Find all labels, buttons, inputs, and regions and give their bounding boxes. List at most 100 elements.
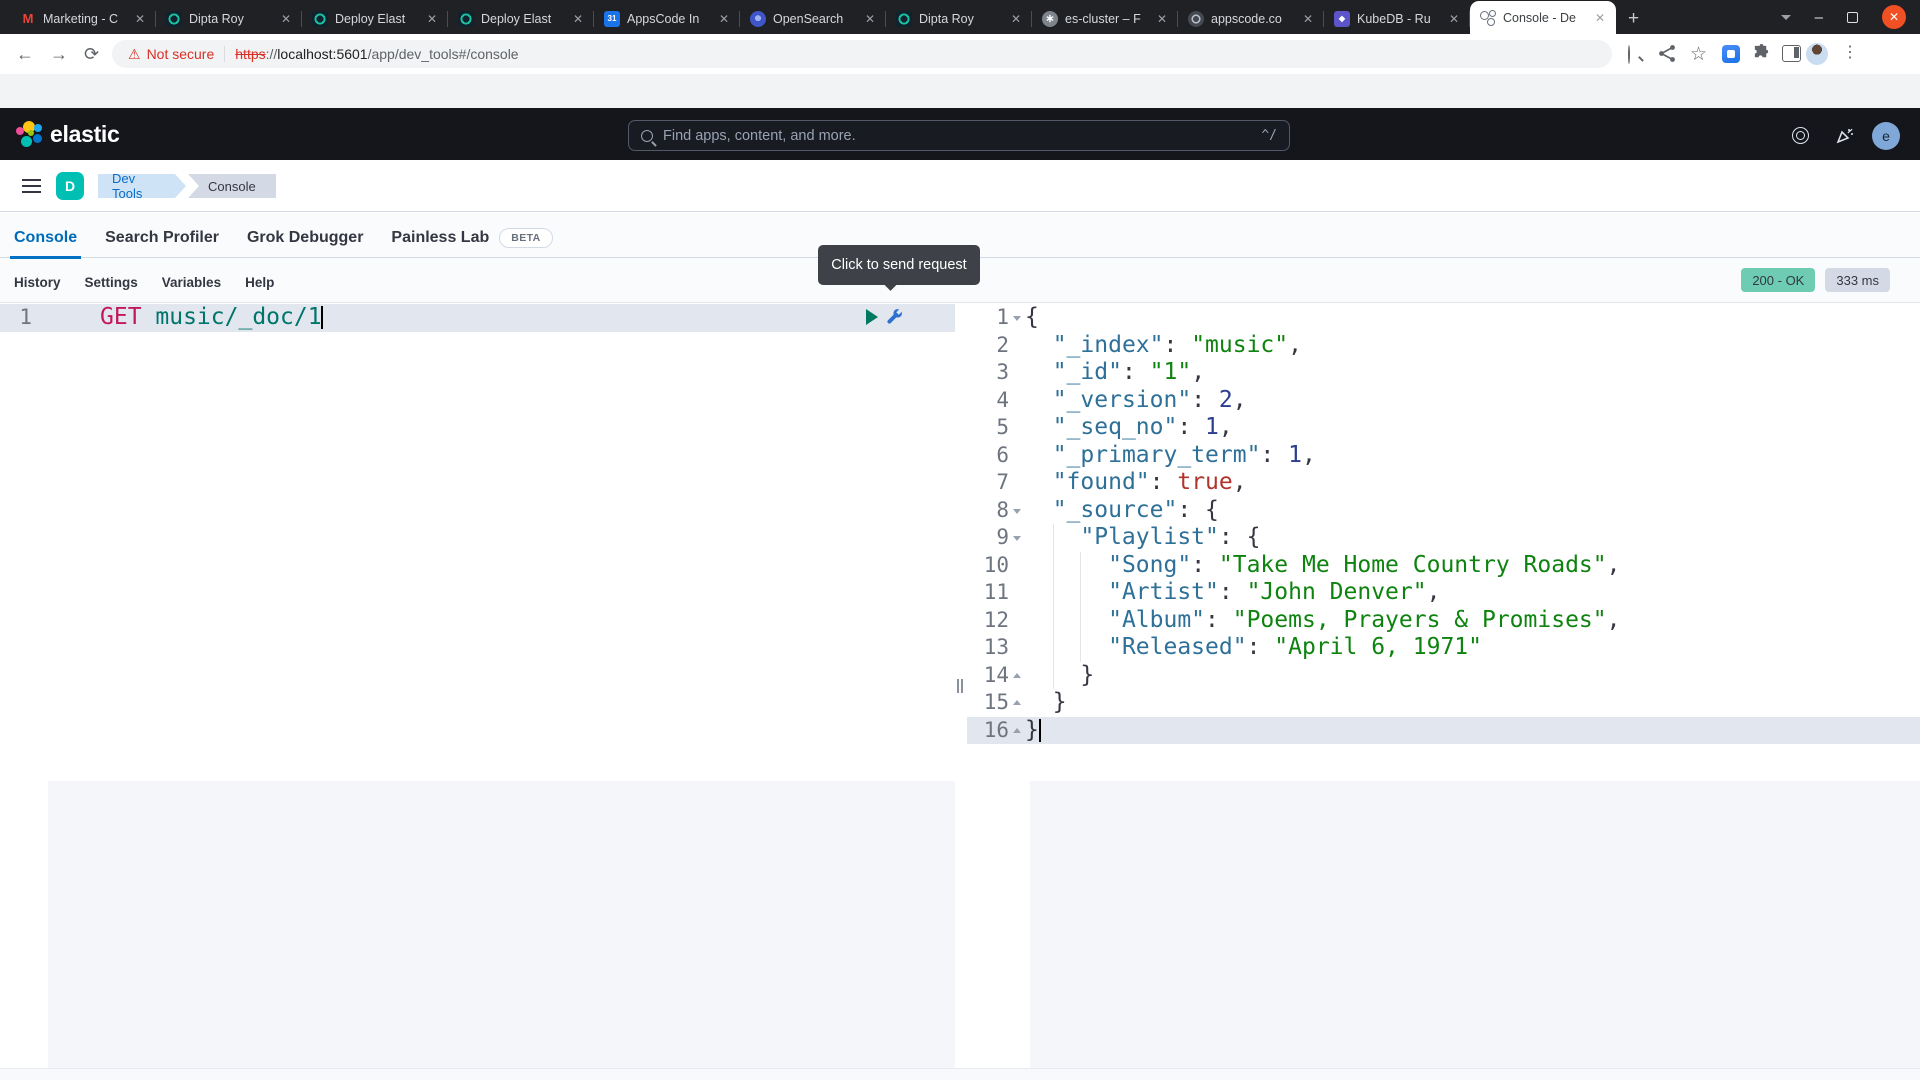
window-maximize-button[interactable] [1847, 12, 1858, 23]
response-editor-empty-area[interactable] [1030, 781, 1920, 1069]
bookmark-star-icon[interactable]: ☆ [1690, 43, 1707, 67]
side-panel-icon[interactable] [1782, 45, 1801, 62]
forward-icon[interactable]: → [50, 42, 68, 66]
fold-spacer [1009, 414, 1025, 442]
send-request-play-icon[interactable] [866, 309, 878, 325]
navigation-bar [0, 160, 1920, 212]
fold-spacer [1009, 469, 1025, 497]
window-menu-chevron-icon[interactable] [1781, 15, 1791, 20]
tab-title: Dipta Roy [919, 12, 1001, 26]
menu-item-settings[interactable]: Settings [85, 275, 138, 290]
tab-search-profiler[interactable]: Search Profiler [105, 218, 219, 258]
browser-tab[interactable]: ◆KubeDB - Ru✕ [1324, 3, 1470, 34]
browser-tab[interactable]: Dipta Roy✕ [156, 3, 302, 34]
response-line: 15 } [967, 689, 1920, 717]
browser-tab[interactable]: MMarketing - C✕ [10, 3, 156, 34]
breadcrumb-dev-tools[interactable]: Dev Tools [98, 174, 186, 198]
browser-tab[interactable]: ∗es-cluster – F✕ [1032, 3, 1178, 34]
response-line-number: 14 [967, 662, 1009, 690]
tab-label: Console [14, 229, 77, 247]
user-avatar[interactable]: e [1872, 122, 1900, 150]
newsfeed-icon[interactable] [1836, 126, 1854, 144]
tab-close-icon[interactable]: ✕ [1008, 11, 1024, 27]
tab-close-icon[interactable]: ✕ [424, 11, 440, 27]
fold-down-icon[interactable] [1009, 524, 1025, 552]
response-token [1025, 607, 1108, 633]
not-secure-label[interactable]: Not secure [147, 46, 215, 62]
fold-spacer [1009, 607, 1025, 635]
browser-tab[interactable]: Dipta Roy ✕ [886, 3, 1032, 34]
tab-close-icon[interactable]: ✕ [132, 11, 148, 27]
fold-down-icon[interactable] [1009, 304, 1025, 332]
panel-resize-handle[interactable] [956, 679, 964, 693]
request-options-wrench-icon[interactable] [886, 308, 903, 325]
share-icon[interactable] [1658, 44, 1677, 63]
browser-tab[interactable]: 31AppsCode In✕ [594, 3, 740, 34]
tab-close-icon[interactable]: ✕ [862, 11, 878, 27]
fold-up-icon[interactable] [1009, 662, 1025, 690]
tab-close-icon[interactable]: ✕ [278, 11, 294, 27]
response-code: "Song": "Take Me Home Country Roads", [1025, 552, 1620, 580]
response-line-number: 6 [967, 442, 1009, 470]
global-search-input[interactable]: Find apps, content, and more. ^/ [628, 120, 1290, 151]
tab-painless-lab[interactable]: Painless LabBETA [391, 218, 552, 258]
request-code-line[interactable]: GET music/_doc/1 [100, 304, 322, 332]
response-token: : { [1219, 524, 1261, 550]
elastic-logo-icon[interactable] [16, 121, 42, 149]
back-icon[interactable]: ← [16, 42, 34, 66]
menu-item-variables[interactable]: Variables [162, 275, 221, 290]
response-code: "_primary_term": 1, [1025, 442, 1316, 470]
response-token [1025, 634, 1108, 660]
response-token: : [1163, 332, 1191, 358]
help-icon[interactable] [1792, 127, 1809, 144]
browser-tab-active[interactable]: Console - De✕ [1470, 1, 1616, 34]
request-editor[interactable]: 1 GET music/_doc/1 Click to send request [0, 303, 955, 1069]
window-minimize-button[interactable]: – [1815, 9, 1823, 26]
menu-item-help[interactable]: Help [245, 275, 274, 290]
tab-close-icon[interactable]: ✕ [1446, 11, 1462, 27]
zoom-icon[interactable] [1628, 45, 1630, 64]
window-close-button[interactable]: ✕ [1882, 5, 1906, 29]
browser-tab[interactable]: appscode.co✕ [1178, 3, 1324, 34]
response-editor[interactable]: 1{2 "_index": "music",3 "_id": "1",4 "_v… [967, 303, 1920, 1069]
extension-icon[interactable] [1722, 45, 1740, 63]
tab-label: Painless Lab [391, 229, 489, 247]
space-badge[interactable]: D [56, 172, 84, 200]
fold-down-icon[interactable] [1009, 497, 1025, 525]
browser-menu-icon[interactable]: ⋮ [1842, 42, 1858, 62]
new-tab-button[interactable]: + [1628, 3, 1639, 34]
menu-hamburger-icon[interactable] [22, 179, 41, 194]
browser-profile-avatar[interactable] [1806, 43, 1828, 65]
request-editor-empty-area[interactable] [48, 781, 955, 1069]
status-badges: 200 - OK 333 ms [1741, 268, 1890, 292]
code-favicon-icon [312, 11, 328, 27]
menu-item-history[interactable]: History [14, 275, 61, 290]
tab-grok-debugger[interactable]: Grok Debugger [247, 218, 363, 258]
response-code: "Artist": "John Denver", [1025, 579, 1440, 607]
response-token: "Song" [1108, 552, 1191, 578]
response-token: true [1177, 469, 1232, 495]
extensions-puzzle-icon[interactable] [1752, 44, 1771, 63]
browser-tab[interactable]: OpenSearch✕ [740, 3, 886, 34]
response-token: } [1025, 717, 1039, 743]
tab-console[interactable]: Console [14, 218, 77, 258]
tab-label: Grok Debugger [247, 229, 363, 247]
response-code: } [1025, 689, 1067, 717]
tab-close-icon[interactable]: ✕ [716, 11, 732, 27]
browser-tab[interactable]: Deploy Elast✕ [302, 3, 448, 34]
tab-close-icon[interactable]: ✕ [570, 11, 586, 27]
browser-tab[interactable]: Deploy Elast✕ [448, 3, 594, 34]
response-token [1025, 442, 1053, 468]
tab-close-icon[interactable]: ✕ [1154, 11, 1170, 27]
tab-close-icon[interactable]: ✕ [1592, 10, 1608, 26]
fold-spacer [1009, 359, 1025, 387]
address-bar[interactable]: ⚠ Not secure https :// localhost:5601 /a… [112, 40, 1612, 68]
response-token [1025, 414, 1053, 440]
tab-close-icon[interactable]: ✕ [1300, 11, 1316, 27]
reload-icon[interactable]: ⟳ [84, 42, 99, 66]
fold-up-icon[interactable] [1009, 717, 1025, 745]
search-placeholder: Find apps, content, and more. [663, 128, 1261, 144]
fold-up-icon[interactable] [1009, 689, 1025, 717]
brand-name: elastic [50, 121, 120, 148]
indent-guide [1053, 607, 1054, 635]
